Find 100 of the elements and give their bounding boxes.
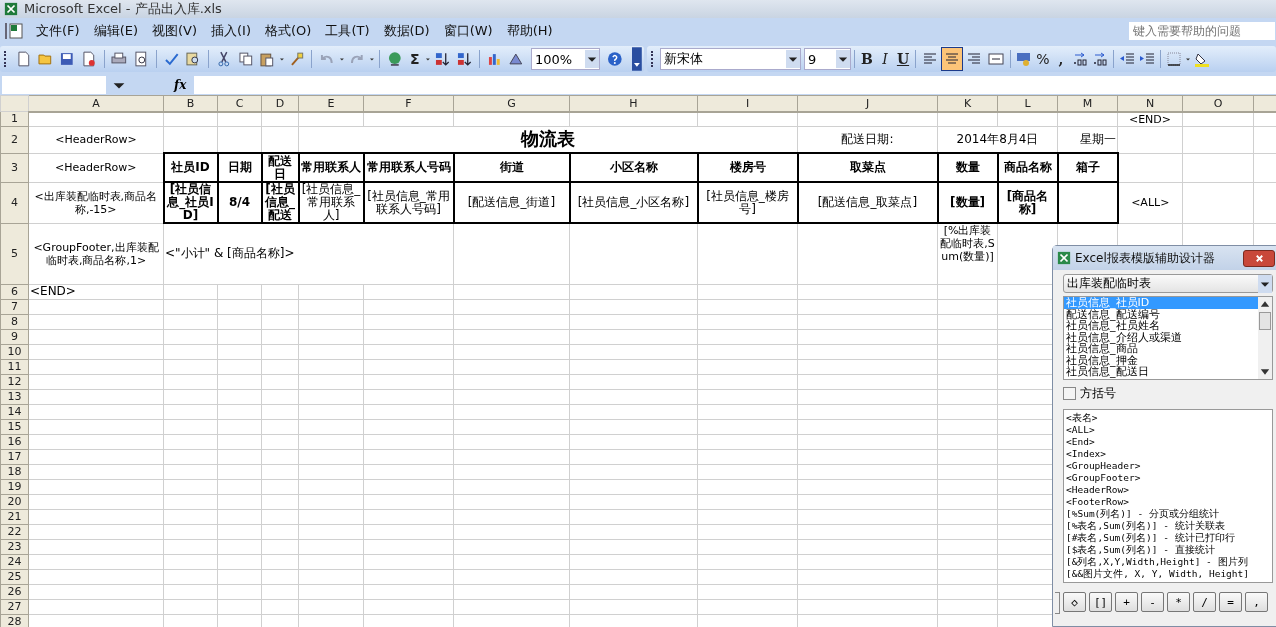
column-header[interactable]: M — [1057, 95, 1118, 112]
bold-button[interactable]: B — [858, 51, 876, 67]
field-list-item[interactable]: 社员信息_商品 — [1064, 343, 1258, 355]
operator-button[interactable]: / — [1193, 592, 1216, 612]
cell-text: <ALL> — [1130, 196, 1171, 209]
cell-text: 配送日 — [267, 155, 293, 180]
snippet-item[interactable]: <表名> — [1066, 412, 1270, 424]
percent-button[interactable]: % — [1034, 51, 1052, 67]
cell-text: [配送信息_取菜点] — [816, 196, 919, 209]
operator-button[interactable]: = — [1219, 592, 1242, 612]
font-name-combo[interactable]: 新宋体 — [660, 48, 801, 70]
comma-button[interactable]: , — [1052, 51, 1070, 67]
autosum-button[interactable]: Σ — [405, 51, 424, 67]
checkbox-label[interactable]: 方括号 — [1080, 384, 1116, 402]
snippet-item[interactable]: [#表名,Sum(列名)] - 统计已打印行 — [1066, 532, 1270, 544]
operator-button[interactable]: ◇ — [1063, 592, 1086, 612]
column-header[interactable]: L — [997, 95, 1058, 112]
zoom-combo[interactable]: 100% — [530, 48, 601, 70]
cell-text: 商品名称 — [1002, 161, 1053, 174]
operator-button[interactable]: [] — [1089, 592, 1112, 612]
cell-text: 街道 — [498, 161, 525, 174]
snippet-item[interactable]: [&列名,X,Y,Width,Height] - 图片列 — [1066, 556, 1270, 568]
menu-item[interactable]: 插入(I) — [205, 21, 257, 40]
menu-item[interactable]: 工具(T) — [319, 21, 376, 40]
column-header[interactable]: B — [163, 95, 218, 112]
cell-text: 日期 — [226, 161, 253, 174]
cell-text: 2014年8月4日 — [955, 132, 1040, 146]
column-header[interactable]: J — [797, 95, 938, 112]
cell-text: 数量 — [954, 161, 981, 174]
underline-button[interactable]: U — [894, 51, 912, 67]
cell-text: [商品名称] — [1005, 189, 1050, 216]
cell-text: 社员ID — [170, 161, 211, 174]
column-header[interactable]: K — [937, 95, 998, 112]
help-search-field[interactable]: 键入需要帮助的问题 — [1128, 20, 1276, 41]
menu-item[interactable]: 窗口(W) — [437, 21, 499, 40]
cell-text: [社员信息_楼房号] — [705, 189, 790, 216]
cell-text: 常用联系人号码 — [365, 161, 452, 174]
column-header[interactable]: E — [298, 95, 364, 112]
column-header[interactable]: H — [569, 95, 698, 112]
row-header[interactable]: 5 — [0, 223, 29, 284]
field-list[interactable]: 社员信息_社员ID 配送信息_配送编号 社员信息_社员姓名 社员信息_介绍人或渠道 社员信息_商品 社员信息_押金 社员信息_配送日 — [1063, 296, 1273, 380]
column-header[interactable]: I — [697, 95, 798, 112]
row-header[interactable]: 4 — [0, 182, 29, 223]
function-label[interactable]: fx — [174, 78, 187, 92]
snippet-item[interactable]: [%表名,Sum(列名)] - 统计关联表 — [1066, 520, 1270, 532]
column-header[interactable]: C — [217, 95, 262, 112]
row-header[interactable]: 3 — [0, 153, 29, 182]
operator-button[interactable]: , — [1245, 592, 1268, 612]
operator-button[interactable]: - — [1141, 592, 1164, 612]
column-header[interactable]: G — [453, 95, 570, 112]
cell-text: 常用联系人 — [300, 161, 362, 174]
column-header[interactable]: F — [363, 95, 454, 112]
field-list-item[interactable]: 社员信息_配送日 — [1064, 366, 1258, 378]
font-size-combo[interactable]: 9 — [804, 48, 851, 70]
cell-text: <"小计" & [商品名称]> — [165, 247, 296, 261]
menu-item[interactable]: 视图(V) — [146, 21, 204, 40]
operator-button[interactable]: + — [1115, 592, 1138, 612]
column-header[interactable]: A — [28, 95, 164, 112]
column-header[interactable]: D — [261, 95, 299, 112]
snippet-item[interactable]: [&&图片文件, X, Y, Width, Height] — [1066, 568, 1270, 580]
snippet-item[interactable]: <GroupHeader> — [1066, 460, 1270, 472]
snippet-item[interactable]: [%Sum(列名)] - 分页或分组统计 — [1066, 508, 1270, 520]
italic-button[interactable]: I — [876, 51, 894, 67]
column-header[interactable]: O — [1182, 95, 1254, 112]
cell-text: 小区名称 — [608, 161, 659, 174]
menu-item[interactable]: 文件(F) — [30, 21, 86, 40]
snippet-item[interactable]: [$表名,Sum(列名)] - 直接统计 — [1066, 544, 1270, 556]
menu-item[interactable]: 编辑(E) — [87, 21, 144, 40]
snippet-item[interactable]: <Index> — [1066, 448, 1270, 460]
snippet-item[interactable]: <End> — [1066, 436, 1270, 448]
menu-item[interactable]: 帮助(H) — [500, 21, 559, 40]
cell-text: 星期一 — [1079, 132, 1116, 146]
snippet-item[interactable]: <HeaderRow> — [1066, 484, 1270, 496]
menu-item[interactable]: 格式(O) — [259, 21, 318, 40]
cell-text: <GroupFooter,出库装配临时表,商品名称,1> — [32, 240, 160, 267]
cell-text: [社员信息_常用联系人号码] — [366, 189, 451, 216]
cell-text: 箱子 — [1074, 161, 1101, 174]
cell-text: [数量] — [949, 196, 986, 209]
window-title: Microsoft Excel - 产品出入库.xls — [24, 0, 222, 18]
table-select[interactable]: 出库装配临时表 — [1063, 274, 1273, 293]
menu-item[interactable]: 数据(D) — [377, 21, 436, 40]
cell-text: <END> — [1127, 112, 1173, 126]
snippet-item[interactable]: <ALL> — [1066, 424, 1270, 436]
cell-text: [%出库装配临时表,Sum(数量)] — [939, 224, 996, 263]
field-list-item[interactable]: 社员信息_介绍人或渠道 — [1064, 331, 1258, 343]
snippet-item[interactable]: <FooterRow> — [1066, 496, 1270, 508]
designer-title: Excel报表模版辅助设计器 — [1075, 249, 1216, 267]
operator-button[interactable]: * — [1167, 592, 1190, 612]
cell-text: [社员信息_小区名称] — [576, 196, 691, 209]
field-list-item[interactable]: 社员信息_押金 — [1064, 354, 1258, 366]
cell-text: 配送日期: — [840, 132, 895, 146]
cell-text: <HeaderRow> — [54, 161, 138, 174]
field-list-item[interactable]: 社员信息_社员姓名 — [1064, 320, 1258, 332]
cell-text: <END> — [30, 285, 77, 298]
snippet-item[interactable]: <GroupFooter> — [1066, 472, 1270, 484]
column-header[interactable]: N — [1117, 95, 1183, 112]
row-header[interactable]: 2 — [0, 126, 29, 153]
cell-text: [配送信息_街道] — [466, 196, 557, 209]
cell-text: 8/4 — [227, 196, 252, 209]
cell-text: 取菜点 — [848, 161, 887, 174]
